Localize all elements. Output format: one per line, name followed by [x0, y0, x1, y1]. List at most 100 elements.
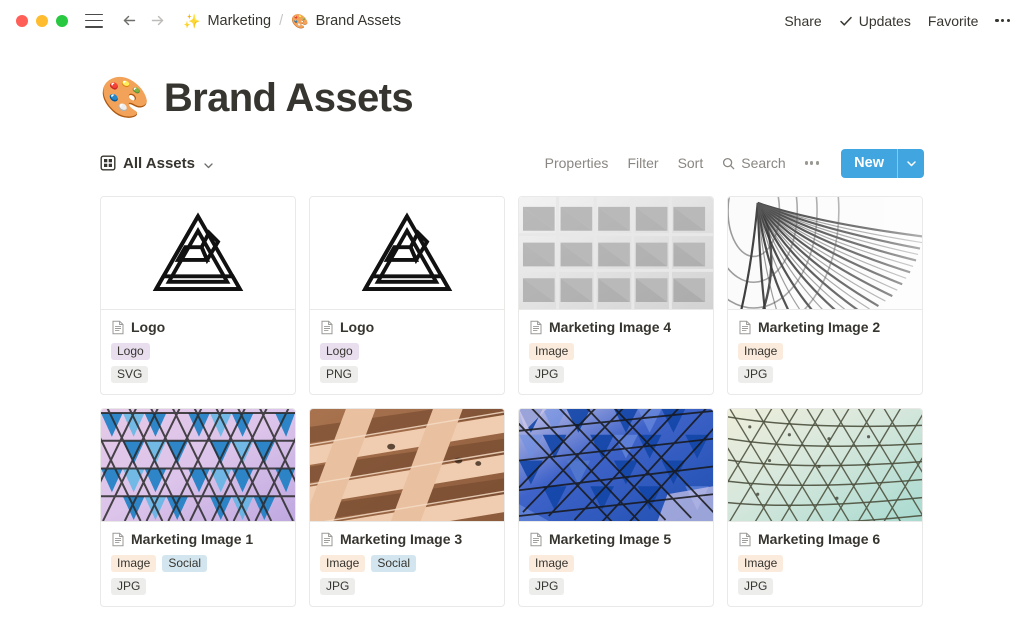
asset-card[interactable]: Marketing Image 5 Image JPG	[518, 408, 714, 607]
asset-card[interactable]: LogoLogoPNG	[309, 196, 505, 395]
tag[interactable]: JPG	[529, 578, 564, 595]
asset-card[interactable]: Logo Logo SVG	[100, 196, 296, 395]
asset-card-body: Logo Logo SVG	[101, 310, 295, 394]
page-document-icon	[111, 320, 125, 335]
asset-title: Marketing Image 4	[549, 319, 671, 335]
maximize-window-button[interactable]	[56, 15, 68, 27]
tag-row: JPG	[529, 366, 703, 383]
new-button-group[interactable]: New	[841, 149, 924, 178]
traffic-lights	[16, 15, 68, 27]
page-document-icon	[738, 320, 752, 335]
breadcrumb-item-marketing[interactable]: ✨ Marketing	[183, 13, 271, 29]
tag[interactable]: JPG	[529, 366, 564, 383]
sidebar-toggle-icon[interactable]	[85, 14, 103, 28]
view-name-label: All Assets	[123, 155, 195, 172]
tag-row: JPG	[529, 578, 703, 595]
asset-card-body: Marketing Image 5 Image JPG	[519, 522, 713, 606]
asset-thumbnail	[101, 409, 295, 522]
tag-row: Image	[529, 555, 703, 572]
more-options-icon[interactable]	[995, 17, 1010, 24]
tag[interactable]: PNG	[320, 366, 358, 383]
page-document-icon	[320, 532, 334, 547]
asset-thumbnail	[310, 197, 504, 310]
tag[interactable]: Image	[738, 343, 783, 360]
asset-thumbnail	[519, 197, 713, 310]
tag-row: Image Social	[111, 555, 285, 572]
asset-thumbnail	[728, 197, 922, 310]
tag[interactable]: Image	[320, 555, 365, 572]
asset-title-row: Marketing Image 3	[320, 531, 494, 547]
favorite-button[interactable]: Favorite	[928, 13, 979, 29]
asset-card[interactable]: Marketing Image 1 Image Social JPG	[100, 408, 296, 607]
tag[interactable]: JPG	[320, 578, 355, 595]
page-document-icon	[529, 532, 543, 547]
close-window-button[interactable]	[16, 15, 28, 27]
tag[interactable]: SVG	[111, 366, 148, 383]
new-button[interactable]: New	[841, 149, 897, 178]
search-button[interactable]: Search	[722, 155, 785, 171]
toolbar-actions: Properties Filter Sort Search New	[545, 149, 924, 178]
share-button[interactable]: Share	[784, 13, 821, 29]
asset-card[interactable]: Marketing Image 2 Image JPG	[727, 196, 923, 395]
asset-title: Marketing Image 1	[131, 531, 253, 547]
asset-card-body: Marketing Image 1 Image Social JPG	[101, 522, 295, 606]
palette-icon: 🎨	[291, 14, 308, 28]
tag-row: JPG	[738, 578, 912, 595]
tag-row: JPG	[320, 578, 494, 595]
check-icon	[839, 14, 853, 28]
search-icon	[722, 157, 735, 170]
tag[interactable]: JPG	[111, 578, 146, 595]
updates-button[interactable]: Updates	[839, 13, 911, 29]
tag[interactable]: Image	[529, 343, 574, 360]
forward-arrow-icon[interactable]	[149, 12, 166, 29]
page-header: 🎨 Brand Assets	[100, 76, 924, 120]
breadcrumb: ✨ Marketing / 🎨 Brand Assets	[183, 13, 401, 29]
asset-card-grid: Logo Logo SVG Logo Logo PNG	[100, 196, 924, 607]
tag[interactable]: Social	[371, 555, 416, 572]
asset-title-row: Marketing Image 2	[738, 319, 912, 335]
tag[interactable]: Logo	[111, 343, 150, 360]
page-palette-icon: 🎨	[100, 78, 150, 118]
tag-row: Image	[738, 343, 912, 360]
tag[interactable]: JPG	[738, 366, 773, 383]
tag[interactable]: Image	[738, 555, 783, 572]
tag[interactable]: JPG	[738, 578, 773, 595]
sort-button[interactable]: Sort	[678, 155, 704, 171]
breadcrumb-item-brand-assets[interactable]: 🎨 Brand Assets	[291, 13, 401, 29]
asset-card-body: Marketing Image 6ImageJPG	[728, 522, 922, 606]
asset-title-row: Marketing Image 4	[529, 319, 703, 335]
asset-title: Logo	[131, 319, 165, 335]
breadcrumb-label-brand-assets: Brand Assets	[316, 13, 401, 29]
page-title: Brand Assets	[164, 76, 413, 120]
properties-button[interactable]: Properties	[545, 155, 609, 171]
asset-card[interactable]: Marketing Image 6ImageJPG	[727, 408, 923, 607]
tag-row: JPG	[111, 578, 285, 595]
asset-title-row: Marketing Image 1	[111, 531, 285, 547]
new-button-dropdown[interactable]	[898, 149, 924, 178]
tag[interactable]: Image	[111, 555, 156, 572]
navigation-arrows	[121, 12, 166, 29]
asset-title: Marketing Image 3	[340, 531, 462, 547]
filter-button[interactable]: Filter	[627, 155, 658, 171]
sparkles-icon: ✨	[183, 14, 200, 28]
asset-card[interactable]: Marketing Image 3 Image Social JPG	[309, 408, 505, 607]
view-tab-all-assets[interactable]: All Assets	[100, 155, 214, 172]
page-document-icon	[529, 320, 543, 335]
database-toolbar: All Assets Properties Filter Sort Search	[100, 148, 924, 178]
page-document-icon	[320, 320, 334, 335]
minimize-window-button[interactable]	[36, 15, 48, 27]
asset-title-row: Logo	[111, 319, 285, 335]
asset-card-body: Marketing Image 4 Image JPG	[519, 310, 713, 394]
asset-card-body: Marketing Image 2 Image JPG	[728, 310, 922, 394]
asset-title-row: Marketing Image 5	[529, 531, 703, 547]
back-arrow-icon[interactable]	[121, 12, 138, 29]
toolbar-more-icon[interactable]	[805, 161, 820, 164]
tag[interactable]: Logo	[320, 343, 359, 360]
tag-row: PNG	[320, 366, 494, 383]
tag[interactable]: Social	[162, 555, 207, 572]
asset-card[interactable]: Marketing Image 4 Image JPG	[518, 196, 714, 395]
search-label: Search	[741, 155, 785, 171]
page-content: 🎨 Brand Assets All Assets Prop	[0, 76, 1024, 607]
tag[interactable]: Image	[529, 555, 574, 572]
tag-row: Logo	[320, 343, 494, 360]
